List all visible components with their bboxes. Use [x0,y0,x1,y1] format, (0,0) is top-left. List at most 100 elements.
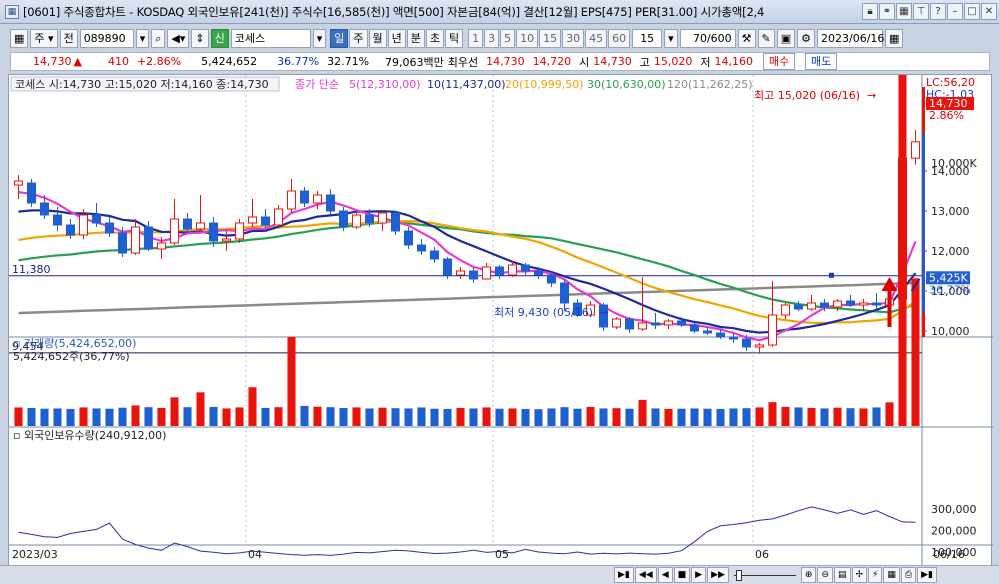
open-price: 14,730 [593,55,632,68]
calendar-icon[interactable]: ▦ [885,28,904,48]
minute-tab-15[interactable]: 15 [539,28,562,48]
candle-body [910,141,921,159]
x-axis-label: 06 [755,548,769,561]
speaker-icon[interactable]: ◀︎▾ [167,28,190,48]
candle-body [377,212,388,224]
volume-bar [755,407,764,426]
foreign-holding-line [18,506,916,556]
scroll-first-icon[interactable]: ▶▮ [614,567,634,583]
up-down-icon[interactable]: ⇕ [191,28,209,48]
high-price: 15,020 [653,55,693,68]
period-tab-0[interactable]: 일 [330,28,349,48]
pin-icon[interactable]: ⊤ [913,3,929,20]
scroll-prev-icon[interactable]: ◀ [657,567,673,583]
grid-toggle-icon[interactable]: ▦ [883,567,900,583]
search-icon[interactable]: ⌕ [151,28,166,48]
volume-bar [144,407,153,426]
code-dropdown-icon[interactable]: ▾ [135,28,150,48]
settings-icon[interactable]: ⚙ [797,28,816,48]
tools-icon[interactable]: ⚒ [737,28,756,48]
ask-price: 14,730 [486,55,525,68]
scroll-back-icon[interactable]: ◀◀ [634,567,657,583]
save-icon[interactable]: ▣ [776,28,796,48]
candle-body [143,226,154,250]
scroll-next-icon[interactable]: ▶ [691,567,707,583]
volume-bar [430,408,439,426]
close-button[interactable]: ✕ [981,3,997,20]
zoom-out-icon[interactable]: ⊖ [817,567,834,583]
volume-bar [638,399,647,426]
ma20-legend: 20(10,999,50) [505,78,584,91]
minute-tab-10[interactable]: 10 [516,28,539,48]
stock-name-field: 코세스 [230,28,311,48]
scroll-end-icon[interactable]: ▶▮ [917,567,937,583]
minute-tab-1[interactable]: 1 [468,28,484,48]
period-tab-4[interactable]: 분 [406,28,425,48]
grid-icon[interactable]: ▦ [10,28,29,48]
ma-line-ma5 [18,191,917,342]
minute-select[interactable]: 15 [632,28,663,48]
volume-bar [586,406,595,426]
minute-tab-30[interactable]: 30 [562,28,585,48]
stop-icon[interactable]: ■ [673,567,691,583]
period-tab-1[interactable]: 주 [349,28,368,48]
zoom-slider[interactable] [730,567,800,583]
layout-icon[interactable]: ▤ [834,567,851,583]
ma-label: 종가 단순 [295,78,339,91]
minute-tab-60[interactable]: 60 [608,28,631,48]
type-select[interactable]: 주 ▾ [30,28,58,48]
name-dropdown-icon[interactable]: ▾ [312,28,327,48]
scroll-forward-icon[interactable]: ▶▶ [707,567,729,583]
period-tabs: 일주월년분초틱 [330,28,464,48]
minimize-button[interactable]: – [947,3,963,20]
candle-body [728,336,739,340]
candle-body [806,302,817,310]
period-tab-5[interactable]: 초 [425,28,444,48]
print-icon[interactable]: ⎙ [900,567,917,583]
sell-button[interactable]: 매도 [805,53,838,70]
code-input[interactable]: 089890 [79,28,134,48]
trade-amount: 79,063백만 [385,55,444,69]
volume-bars [14,39,920,427]
volume-bar [742,408,751,426]
link-icon[interactable]: ⚭ [879,3,895,20]
volume-bar [326,407,335,426]
prev-button[interactable]: 전 [59,28,78,48]
minute-tab-45[interactable]: 45 [585,28,608,48]
volume-bar [482,407,491,426]
last-price-pct: 2.86% [929,109,964,122]
indicator-icon[interactable]: ⚡ [868,567,883,583]
period-tab-3[interactable]: 년 [387,28,406,48]
minute-tab-5[interactable]: 5 [500,28,516,48]
tile-icon[interactable]: ▦ [896,3,912,20]
volume-bar [40,408,49,426]
chart-area[interactable]: 14,00013,00012,00011,00010,00015,000K10,… [8,31,993,571]
count-field[interactable]: 70/600 [679,28,736,48]
lock-icon[interactable]: 🔒︎ [862,3,878,20]
candle-body [169,218,180,244]
app-icon: ▦ [5,4,19,19]
zoom-in-icon[interactable]: ⊕ [800,567,817,583]
maximize-button[interactable]: □ [964,3,980,20]
buy-button[interactable]: 매수 [763,53,796,70]
volume-bar [118,407,127,426]
candle-body [676,320,687,326]
draw-icon[interactable]: ✎ [757,28,775,48]
x-axis-label: 04 [248,548,262,561]
help-icon[interactable]: ? [930,3,946,20]
volume-bar [703,408,712,426]
chart-labels: 14,00013,00012,00011,00010,00015,000K10,… [10,31,977,561]
period-tab-6[interactable]: 틱 [445,28,464,48]
minute-tab-3[interactable]: 3 [484,28,500,48]
minute-dropdown-icon[interactable]: ▾ [664,28,678,48]
price-tick-label: 12,000 [931,245,970,258]
crosshair-icon[interactable]: ✢ [851,567,868,583]
date-field[interactable]: 2023/06/16 [817,28,884,48]
chart-canvas[interactable]: 14,00013,00012,00011,00010,00015,000K10,… [9,31,993,571]
current-price: 14,730 [33,55,72,68]
period-tab-2[interactable]: 월 [368,28,387,48]
volume-bar [79,407,88,426]
volume-value: 5,424,652 [201,55,258,68]
candle-body [351,214,362,228]
candle-body [845,300,856,306]
